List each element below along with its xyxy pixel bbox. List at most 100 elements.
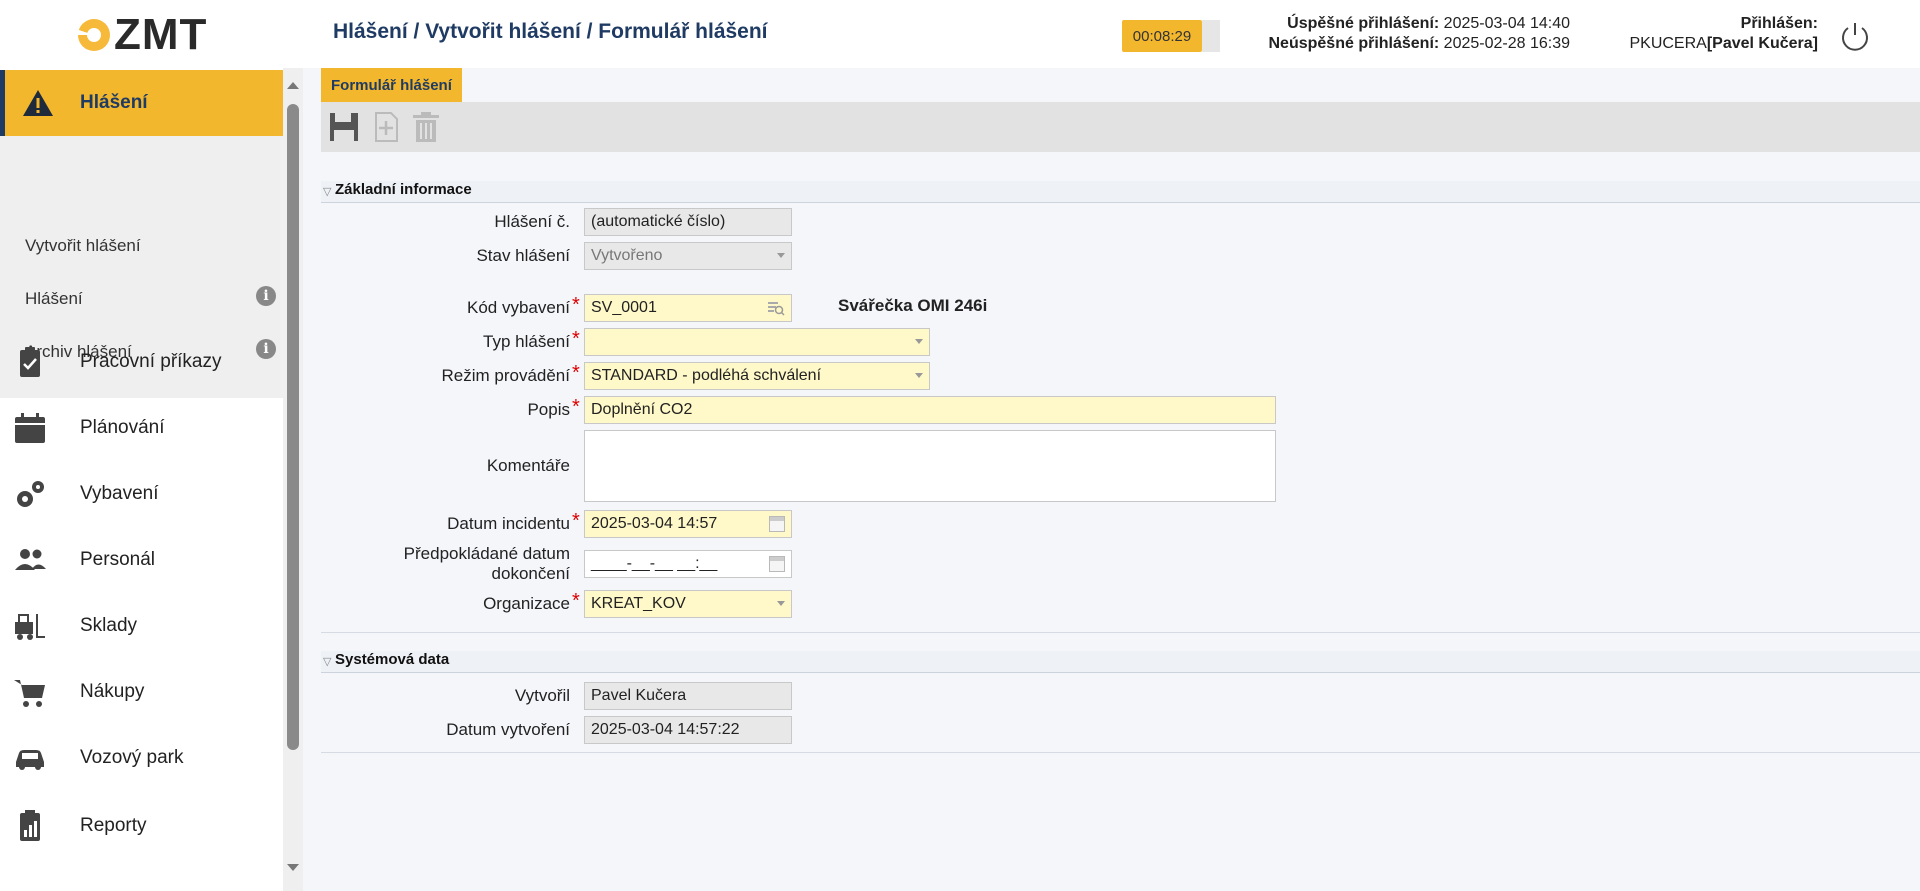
required-mark: * [572,362,580,384]
sidebar-item-pracovni-prikazy[interactable]: Pracovní příkazy [0,332,283,392]
login-success-value: 2025-03-04 14:40 [1443,15,1570,32]
power-icon[interactable] [1838,20,1872,54]
expected-completion-placeholder: ____-__-__ __:__ [591,555,718,572]
sidebar-item-label: Vozový park [80,747,184,768]
users-icon [15,549,46,570]
sidebar-item-reporty[interactable]: Reporty [0,796,283,856]
login-success-label: Úspěšné přihlášení: [1287,15,1440,32]
clipboard-check-icon [20,347,40,377]
logged-in-user-name: [Pavel Kučera] [1706,35,1818,52]
organization-label: Organizace [483,594,570,613]
add-icon[interactable] [369,110,403,144]
organization-value: KREAT_KOV [591,595,686,612]
incident-date-label: Datum incidentu [447,514,570,533]
sidebar-item-label: Nákupy [80,681,145,702]
session-timer: 00:08:29 [1122,20,1202,52]
sidebar-item-nakupy[interactable]: Nákupy [0,662,283,722]
sidebar-item-personal[interactable]: Personál [0,530,283,590]
description-label: Popis [527,400,570,419]
sidebar-item-label: Vybavení [80,483,159,504]
expected-completion-label: Předpokládané datum dokončení [330,544,570,584]
cart-icon [14,680,45,707]
sidebar-item-planovani[interactable]: Plánování [0,398,283,458]
created-date-label: Datum vytvoření [446,720,570,739]
calendar-icon [15,413,45,443]
sidebar-item-label: Personál [80,549,155,570]
login-fail-label: Neúspěšné přihlášení: [1268,35,1440,52]
mode-select[interactable]: STANDARD - podléhá schválení [584,362,930,390]
forklift-icon [15,614,45,640]
required-mark: * [572,396,580,418]
collapse-triangle-icon[interactable]: ▽ [323,185,331,198]
description-input[interactable]: Doplnění CO2 [584,396,1276,424]
sidebar-item-label: Sklady [80,615,138,636]
equipment-code-field[interactable]: SV_0001 [584,294,792,322]
state-select[interactable]: Vytvořeno [584,242,792,270]
info-icon[interactable]: i [256,286,276,306]
app-header: ZMT Hlášení / Vytvořit hlášení / Formulá… [0,0,1920,68]
app-logo[interactable]: ZMT [78,10,208,59]
incident-date-field[interactable]: 2025-03-04 14:57 [584,510,792,538]
session-timer-tail [1202,20,1220,52]
expected-completion-label-line1: Předpokládané datum [403,544,570,563]
sidebar-item-vybaveni[interactable]: Vybavení [0,464,283,524]
state-label: Stav hlášení [476,246,570,265]
lookup-icon[interactable] [767,300,785,316]
sidebar-item-vozovy-park[interactable]: Vozový park [0,728,283,788]
sidebar-item-label: Reporty [80,815,147,836]
sidebar-item-label: Pracovní příkazy [80,351,222,372]
section-divider [321,632,1920,633]
created-date-field: 2025-03-04 14:57:22 [584,716,792,744]
incident-date-value: 2025-03-04 14:57 [591,515,718,532]
created-by-label: Vytvořil [514,686,570,705]
state-value: Vytvořeno [591,247,663,264]
sidebar-scroll-thumb[interactable] [287,104,299,750]
scroll-down-icon[interactable] [287,864,299,871]
report-no-field: (automatické číslo) [584,208,792,236]
chevron-down-icon [777,601,785,606]
chevron-down-icon [915,339,923,344]
toolbar [321,102,1920,152]
sidebar-item-sklady[interactable]: Sklady [0,596,283,656]
equipment-code-value: SV_0001 [591,299,657,316]
sidebar-item-hlaseni[interactable]: Hlášení [0,70,283,136]
delete-icon[interactable] [409,110,443,144]
chevron-down-icon [915,373,923,378]
gears-icon [17,481,44,507]
equipment-name: Svářečka OMI 246i [838,296,988,315]
mode-label: Režim provádění [441,366,570,385]
required-mark: * [572,510,580,532]
calendar-icon[interactable] [769,556,785,572]
sidebar-item-label: Plánování [80,417,165,438]
equipment-code-label: Kód vybavení [466,298,570,317]
section-header-system[interactable]: ▽ Systémová data [321,651,1920,673]
warning-icon [23,90,53,116]
required-mark: * [572,328,580,350]
section-header-basic[interactable]: ▽ Základní informace [321,181,1920,203]
save-icon[interactable] [327,110,361,144]
organization-select[interactable]: KREAT_KOV [584,590,792,618]
logo-text: ZMT [114,10,208,59]
subnav-create-report[interactable]: Vytvořit hlášení [25,236,141,256]
section-title: Systémová data [335,651,450,668]
required-mark: * [572,294,580,316]
tab-formular-hlaseni[interactable]: Formulář hlášení [321,68,462,102]
user-info: Přihlášen: PKUCERA[Pavel Kučera] [1600,14,1818,54]
logged-in-user-id: PKUCERA [1629,35,1707,52]
comments-textarea[interactable] [584,430,1276,502]
created-by-field: Pavel Kučera [584,682,792,710]
login-info: Úspěšné přihlášení: 2025-03-04 14:40 Neú… [1240,14,1571,54]
chevron-down-icon [777,253,785,258]
logo-mark-icon [78,19,110,51]
report-type-select[interactable] [584,328,930,356]
report-no-label: Hlášení č. [494,212,570,231]
expected-completion-label-line2: dokončení [491,564,570,583]
collapse-triangle-icon[interactable]: ▽ [323,655,331,668]
subnav-reports[interactable]: Hlášení [25,289,83,309]
expected-completion-field[interactable]: ____-__-__ __:__ [584,550,792,578]
scroll-up-icon[interactable] [287,82,299,89]
report-type-label: Typ hlášení [483,332,570,351]
calendar-icon[interactable] [769,516,785,532]
report-icon [20,810,40,841]
mode-value: STANDARD - podléhá schválení [591,367,822,384]
